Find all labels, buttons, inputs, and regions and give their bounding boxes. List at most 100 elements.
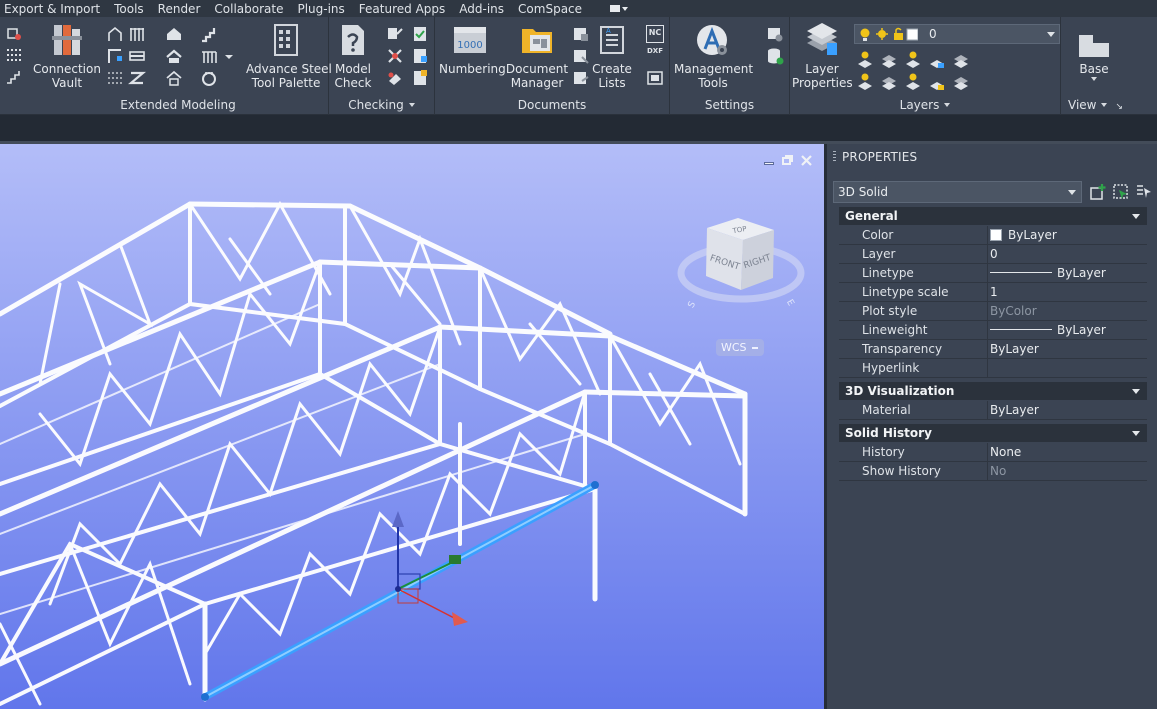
prop-value: None bbox=[990, 445, 1022, 459]
arch-frame-icon[interactable] bbox=[106, 25, 124, 43]
panel-left-tools bbox=[0, 17, 28, 115]
numbering-icon: 1000 bbox=[454, 27, 486, 53]
model-check-button[interactable]: Model Check bbox=[331, 23, 375, 90]
panel-view: Base View ↘ bbox=[1061, 17, 1157, 115]
eraser-check-icon[interactable] bbox=[386, 69, 404, 87]
panel-title-layers[interactable]: Layers bbox=[790, 98, 1060, 113]
base-view-icon bbox=[1079, 35, 1109, 57]
beam-end-grip[interactable] bbox=[591, 481, 599, 489]
object-type-select[interactable]: 3D Solid bbox=[833, 181, 1082, 203]
viewport-minimize-button[interactable] bbox=[762, 154, 775, 167]
select-objects-button[interactable] bbox=[1111, 182, 1131, 202]
section-3d-visualization[interactable]: 3D Visualization bbox=[839, 382, 1147, 400]
viewport-restore-button[interactable] bbox=[781, 154, 794, 167]
sheet-icon[interactable] bbox=[572, 69, 590, 87]
management-tools-label-1: Management bbox=[674, 62, 754, 76]
railing-icon[interactable] bbox=[200, 47, 218, 65]
grid-dots-icon[interactable] bbox=[5, 46, 23, 64]
panel-title-checking[interactable]: Checking bbox=[329, 98, 434, 113]
nc-export-button[interactable]: NC bbox=[646, 25, 664, 43]
house-icon[interactable] bbox=[165, 25, 183, 43]
prop-row-show-history[interactable]: Show History No bbox=[839, 462, 1147, 481]
viewport-close-button[interactable] bbox=[800, 154, 813, 167]
tab-plug-ins[interactable]: Plug-ins bbox=[293, 1, 354, 17]
z-beam-icon[interactable] bbox=[128, 69, 146, 87]
model-check-label-1: Model bbox=[334, 62, 372, 76]
prop-value: ByLayer bbox=[1057, 266, 1106, 280]
create-lists-button[interactable]: A Create Lists bbox=[591, 23, 633, 90]
prop-row-linetype[interactable]: Linetype ByLayer bbox=[839, 264, 1147, 283]
audit-icon[interactable] bbox=[411, 47, 429, 65]
prop-value: ByLayer bbox=[1057, 323, 1106, 337]
dropdown-arrow-icon[interactable] bbox=[220, 47, 238, 65]
tab-featured-apps[interactable]: Featured Apps bbox=[355, 1, 455, 17]
dropdown-arrow-icon bbox=[1091, 77, 1097, 81]
toggle-pickadd-button[interactable] bbox=[1088, 182, 1108, 202]
numbering-icon-text: 1000 bbox=[457, 40, 482, 51]
tab-comspace[interactable]: ComSpace bbox=[514, 1, 592, 17]
prop-row-history[interactable]: History None bbox=[839, 443, 1147, 462]
connection-vault-button[interactable]: Connection Vault bbox=[32, 23, 102, 90]
bracing-icon[interactable] bbox=[128, 47, 146, 65]
database-icon[interactable] bbox=[766, 47, 784, 65]
numbering-button[interactable]: 1000 Numbering bbox=[439, 23, 506, 76]
viewcube[interactable]: TOP FRONT RIGHT S E bbox=[676, 216, 806, 316]
layer-dropdown[interactable]: 0 bbox=[854, 24, 1060, 44]
ribbon: Connection Vault Advance Steel Tool Pale… bbox=[0, 17, 1157, 115]
tool-palette-button[interactable]: Advance Steel Tool Palette bbox=[246, 23, 332, 90]
tab-collaborate[interactable]: Collaborate bbox=[210, 1, 293, 17]
nc-file-icon[interactable] bbox=[646, 69, 664, 87]
chevron-down-icon bbox=[1047, 32, 1055, 37]
layer-properties-button[interactable]: Layer Properties bbox=[792, 23, 853, 90]
prop-row-color[interactable]: Color ByLayer bbox=[839, 226, 1147, 245]
layer-tools-icons[interactable] bbox=[856, 50, 972, 92]
beam-start-grip[interactable] bbox=[201, 693, 209, 701]
model-check-label-2: Check bbox=[334, 76, 372, 90]
panel-title-view[interactable]: View ↘ bbox=[1061, 98, 1157, 113]
collapse-arrow-icon bbox=[1132, 389, 1140, 394]
management-tools-button[interactable]: Management Tools bbox=[674, 23, 754, 90]
panel-checking: Model Check Checking bbox=[329, 17, 435, 115]
tab-add-ins[interactable]: Add-ins bbox=[455, 1, 514, 17]
section-general[interactable]: General bbox=[839, 207, 1147, 225]
clash-check-icon[interactable] bbox=[386, 25, 404, 43]
quick-select-button[interactable] bbox=[1134, 182, 1154, 202]
panel-documents: 1000 Numbering Document Manager A Create… bbox=[435, 17, 670, 115]
stair-icon[interactable] bbox=[5, 68, 23, 86]
tab-export-import[interactable]: Export & Import bbox=[0, 1, 110, 17]
prop-value: ByColor bbox=[990, 304, 1037, 318]
collision-icon[interactable] bbox=[386, 47, 404, 65]
cage-ladder-icon[interactable] bbox=[200, 69, 218, 87]
settings-list-icon[interactable] bbox=[766, 25, 784, 43]
model-viewport[interactable]: TOP FRONT RIGHT S E WCS bbox=[0, 144, 824, 709]
dxf-export-button[interactable]: DXF bbox=[646, 47, 664, 65]
expand-arrow-icon[interactable]: ↘ bbox=[1115, 102, 1123, 112]
wcs-menu[interactable]: WCS bbox=[716, 339, 764, 356]
document-manager-button[interactable]: Document Manager bbox=[505, 23, 569, 90]
section-solid-history[interactable]: Solid History bbox=[839, 424, 1147, 442]
frame-icon[interactable] bbox=[106, 47, 124, 65]
building-icon[interactable] bbox=[165, 69, 183, 87]
prop-row-material[interactable]: Material ByLayer bbox=[839, 401, 1147, 420]
ribbon-minimize-button[interactable] bbox=[606, 3, 632, 15]
prop-row-layer[interactable]: Layer 0 bbox=[839, 245, 1147, 264]
checklist-icon[interactable] bbox=[411, 25, 429, 43]
grid-z-icon[interactable] bbox=[106, 69, 124, 87]
connection-icon[interactable] bbox=[5, 25, 23, 43]
warning-list-icon[interactable] bbox=[411, 69, 429, 87]
prop-row-transparency[interactable]: Transparency ByLayer bbox=[839, 340, 1147, 359]
prop-row-linetype-scale[interactable]: Linetype scale 1 bbox=[839, 283, 1147, 302]
drawing-style-icon[interactable] bbox=[572, 25, 590, 43]
columns-icon[interactable] bbox=[128, 25, 146, 43]
stairs-icon[interactable] bbox=[200, 25, 218, 43]
tab-tools[interactable]: Tools bbox=[110, 1, 154, 17]
palette-grip-icon[interactable] bbox=[833, 151, 836, 163]
drawing-process-icon[interactable] bbox=[572, 47, 590, 65]
tool-palette-icon bbox=[274, 24, 298, 56]
base-view-button[interactable]: Base bbox=[1067, 31, 1121, 81]
prop-row-plot-style[interactable]: Plot style ByColor bbox=[839, 302, 1147, 321]
prop-row-hyperlink[interactable]: Hyperlink bbox=[839, 359, 1147, 378]
tab-render[interactable]: Render bbox=[154, 1, 211, 17]
prop-row-lineweight[interactable]: Lineweight ByLayer bbox=[839, 321, 1147, 340]
roof-icon[interactable] bbox=[165, 47, 183, 65]
